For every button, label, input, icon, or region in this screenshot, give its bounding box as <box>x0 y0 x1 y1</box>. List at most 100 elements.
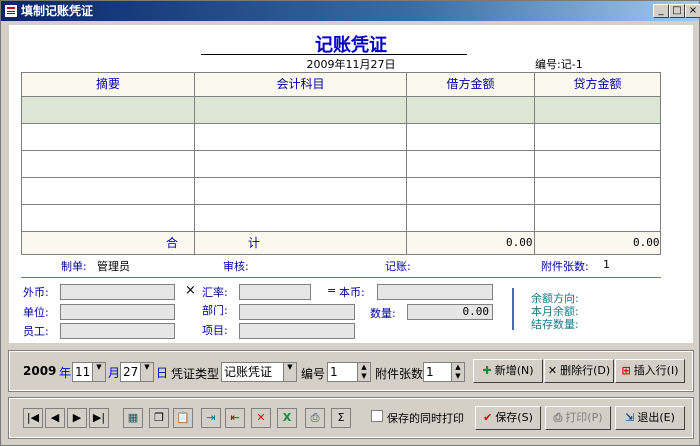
excel-icon[interactable]: X <box>277 408 297 428</box>
number-value: 1 <box>330 365 338 379</box>
voucher-paper: 记账凭证 2009年11月27日 编号:记-1 摘要 会计科目 借方金额 贷方金… <box>9 25 693 343</box>
type-value: 记账凭证 <box>224 365 273 379</box>
month-value: 11 <box>75 365 91 379</box>
print-button-label: 打印(P) <box>565 411 603 424</box>
equals-icon: = <box>327 284 337 297</box>
total-debit: 0.00 <box>506 236 533 249</box>
insert-row-button[interactable]: ⊞ 插入行(I) <box>615 359 685 383</box>
insert-row-label: 插入行(I) <box>633 364 679 377</box>
project-field[interactable] <box>239 323 355 339</box>
total-label-b: 计 <box>248 236 261 250</box>
table-row[interactable] <box>22 151 660 178</box>
save-button[interactable]: ✔ 保存(S) <box>475 406 541 430</box>
exit-button-label: 退出(E) <box>637 411 675 424</box>
calculator-icon[interactable]: ▦ <box>123 408 143 428</box>
multiply-icon: × <box>185 283 196 298</box>
type-select[interactable]: 记账凭证 ▼ <box>221 362 297 382</box>
maker-label: 制单: <box>61 260 87 273</box>
col-divider <box>194 73 195 254</box>
delete-row-label: 删除行(D) <box>560 364 611 377</box>
table-row[interactable] <box>22 205 660 232</box>
project-label: 项目: <box>202 324 228 337</box>
col-summary: 摘要 <box>95 77 120 91</box>
sum-icon[interactable]: Σ <box>331 408 351 428</box>
exit-button[interactable]: ⇲ 退出(E) <box>615 406 685 430</box>
col-account: 会计科目 <box>276 77 325 91</box>
printer-icon: ⎙ <box>553 411 563 424</box>
voucher-number-value: 记-1 <box>560 58 583 71</box>
foreign-field[interactable] <box>60 284 175 300</box>
main-window: 填制记账凭证 _ □ × 记账凭证 2009年11月27日 编号:记-1 摘要 … <box>0 0 700 446</box>
next-icon[interactable]: ▶ <box>67 408 87 428</box>
rate-field[interactable] <box>239 284 311 300</box>
save-button-label: 保存(S) <box>495 411 533 424</box>
delete-icon[interactable]: ✕ <box>251 408 271 428</box>
table-row[interactable] <box>22 97 660 124</box>
print-on-save-label: 保存的同时打印 <box>387 412 464 425</box>
paste-icon[interactable]: 📋 <box>173 408 193 428</box>
table-header: 摘要 会计科目 借方金额 贷方金额 <box>22 73 660 97</box>
col-debit: 借方金额 <box>446 77 495 91</box>
base-label: 本币: <box>339 286 365 299</box>
year-value[interactable]: 2009 <box>21 362 57 382</box>
close-button[interactable]: × <box>685 4 700 18</box>
add-icon: ✚ <box>482 364 492 377</box>
base-field[interactable] <box>377 284 493 300</box>
staff-field[interactable] <box>60 323 175 339</box>
title-bar[interactable]: 填制记账凭证 _ □ × <box>1 1 700 21</box>
dept-field[interactable] <box>239 304 355 320</box>
spin-arrows-icon[interactable]: ▲ ▼ <box>451 363 464 381</box>
print-on-save-checkbox[interactable] <box>371 410 383 422</box>
table-row[interactable] <box>22 124 660 151</box>
attach-count-value: 1 <box>426 365 434 379</box>
month-label: 月 <box>108 366 121 380</box>
foreign-label: 外币: <box>23 286 49 299</box>
type-label: 凭证类型 <box>171 367 220 381</box>
copy-icon[interactable]: ❐ <box>149 408 169 428</box>
staff-label: 员工: <box>23 325 49 338</box>
app-icon <box>5 5 17 17</box>
check-icon: ✔ <box>483 411 493 424</box>
maker-name: 管理员 <box>97 260 130 273</box>
col-divider <box>406 73 407 254</box>
unit-field[interactable] <box>60 304 175 320</box>
voucher-date[interactable]: 2009年11月27日 <box>9 56 693 72</box>
qty-field[interactable]: 0.00 <box>407 304 493 320</box>
insert-icon: ⊞ <box>621 364 631 377</box>
delete-row-button[interactable]: ✕ 删除行(D) <box>544 359 614 383</box>
number-stepper[interactable]: 1 ▲ ▼ <box>327 362 371 382</box>
print-preview-icon[interactable]: ⎙ <box>305 408 325 428</box>
spin-arrows-icon[interactable]: ▲ ▼ <box>357 363 370 381</box>
table-row[interactable] <box>22 178 660 205</box>
year-label: 年 <box>59 366 72 380</box>
total-credit: 0.00 <box>633 236 660 249</box>
import-icon[interactable]: ⇥ <box>201 408 221 428</box>
stock-qty: 结存数量: <box>531 318 579 331</box>
chevron-down-icon[interactable]: ▼ <box>140 363 153 381</box>
minimize-button[interactable]: _ <box>653 4 669 18</box>
first-icon[interactable]: |◀ <box>23 408 43 428</box>
total-label-a: 合 <box>166 236 179 250</box>
print-button[interactable]: ⎙ 打印(P) <box>545 406 611 430</box>
chevron-down-icon[interactable]: ▼ <box>283 363 296 381</box>
total-row: 合 计 0.00 0.00 <box>22 232 660 254</box>
rate-label: 汇率: <box>202 286 228 299</box>
balance-divider <box>512 288 514 330</box>
prev-icon[interactable]: ◀ <box>45 408 65 428</box>
add-button[interactable]: ✚ 新增(N) <box>473 359 543 383</box>
attach-count-label: 附件张数 <box>375 367 424 381</box>
unit-label: 单位: <box>23 306 49 319</box>
voucher-number: 编号:记-1 <box>535 56 583 72</box>
post-label: 记账: <box>385 260 411 273</box>
last-icon[interactable]: ▶| <box>89 408 109 428</box>
attach-label: 附件张数: <box>541 260 589 273</box>
title-underline <box>201 54 467 55</box>
col-credit: 贷方金额 <box>573 77 622 91</box>
export-icon[interactable]: ⇤ <box>225 408 245 428</box>
chevron-down-icon[interactable]: ▼ <box>92 363 105 381</box>
month-select[interactable]: 11 ▼ <box>72 362 106 382</box>
maximize-button[interactable]: □ <box>669 4 685 18</box>
day-select[interactable]: 27 ▼ <box>120 362 154 382</box>
attach-stepper[interactable]: 1 ▲ ▼ <box>423 362 465 382</box>
day-label: 日 <box>156 366 169 380</box>
